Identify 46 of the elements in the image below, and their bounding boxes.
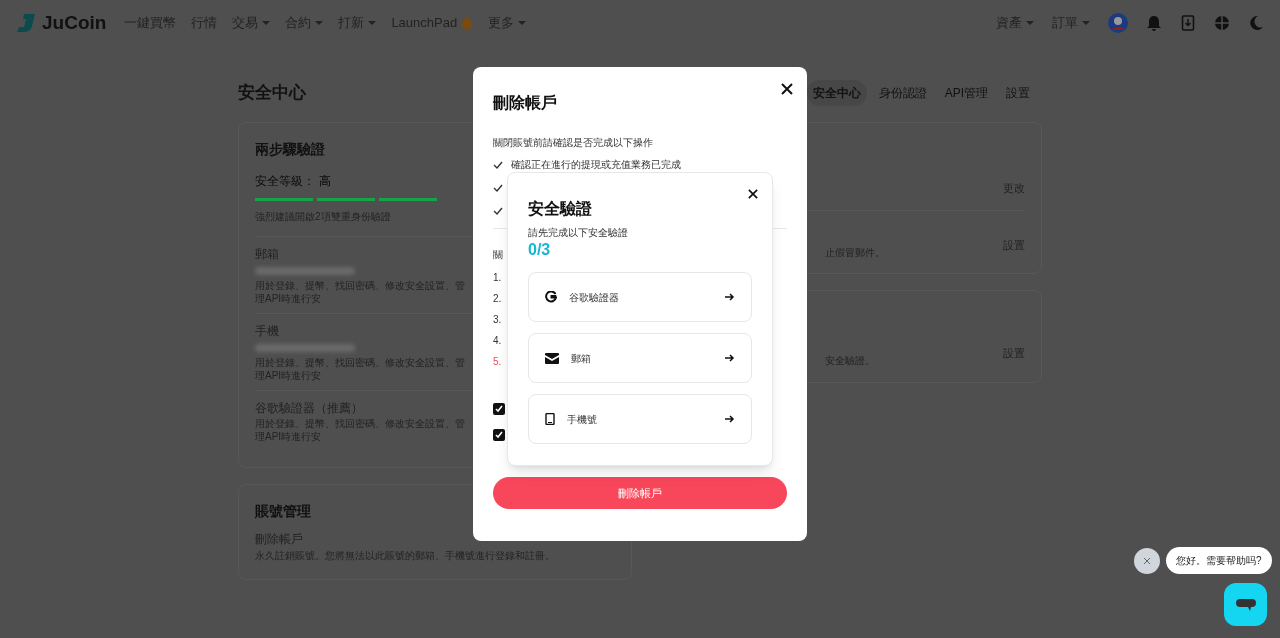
close-icon	[1143, 556, 1151, 565]
dialog-title: 刪除帳戶	[493, 93, 557, 113]
dialog-title: 安全驗證	[528, 199, 592, 219]
level-label: 安全等級：	[255, 173, 315, 190]
caret-icon	[262, 19, 271, 27]
chat-bubble: 您好。需要帮助吗?	[1166, 547, 1272, 574]
step-number: 1.	[493, 273, 502, 283]
verification-option[interactable]: 手機號	[528, 394, 752, 444]
checklist-item: 確認正在進行的提現或充值業務已完成	[511, 160, 681, 170]
close-icon[interactable]	[748, 189, 758, 199]
level-value: 高	[319, 173, 331, 190]
google-icon	[545, 291, 557, 303]
caret-icon	[1026, 19, 1034, 27]
page-title: 安全中心	[238, 82, 306, 105]
caret-icon	[518, 19, 527, 27]
flame-icon	[461, 15, 474, 31]
dialog-subtitle: 請先完成以下安全驗證	[528, 226, 629, 240]
checkbox[interactable]	[493, 429, 505, 441]
chat-icon	[1235, 596, 1256, 613]
logo-text: JuCoin	[42, 10, 107, 35]
arrow-right-icon	[725, 292, 735, 302]
delete-account-button[interactable]: 刪除帳戶	[493, 477, 787, 509]
close-button[interactable]	[1134, 547, 1160, 574]
step-number: 2.	[493, 294, 502, 304]
progress-count: 0/3	[528, 240, 552, 260]
dialog-intro: 關閉賬號前請確認是否完成以下操作	[493, 136, 654, 150]
envelope-icon	[545, 352, 559, 364]
card-title: 賬號管理	[255, 502, 311, 521]
step-number: 4.	[493, 336, 502, 346]
avatar-icon[interactable]	[1108, 13, 1128, 33]
verification-option[interactable]: 郵箱	[528, 333, 752, 383]
close-icon[interactable]	[781, 83, 793, 95]
caret-icon	[1082, 19, 1090, 27]
caret-icon	[368, 19, 377, 27]
checkbox[interactable]	[493, 403, 505, 415]
card-title: 兩步驟驗證	[255, 140, 325, 159]
arrow-right-icon	[725, 414, 735, 424]
section-label: 關	[493, 249, 503, 260]
caret-icon	[315, 19, 324, 27]
tablet-icon	[545, 413, 555, 425]
arrow-right-icon	[725, 353, 735, 363]
chat-button[interactable]	[1224, 583, 1267, 626]
step-number: 5.	[493, 357, 502, 367]
verification-option[interactable]: 谷歌驗證器	[528, 272, 752, 322]
logo-icon	[16, 13, 36, 33]
step-number: 3.	[493, 315, 502, 325]
